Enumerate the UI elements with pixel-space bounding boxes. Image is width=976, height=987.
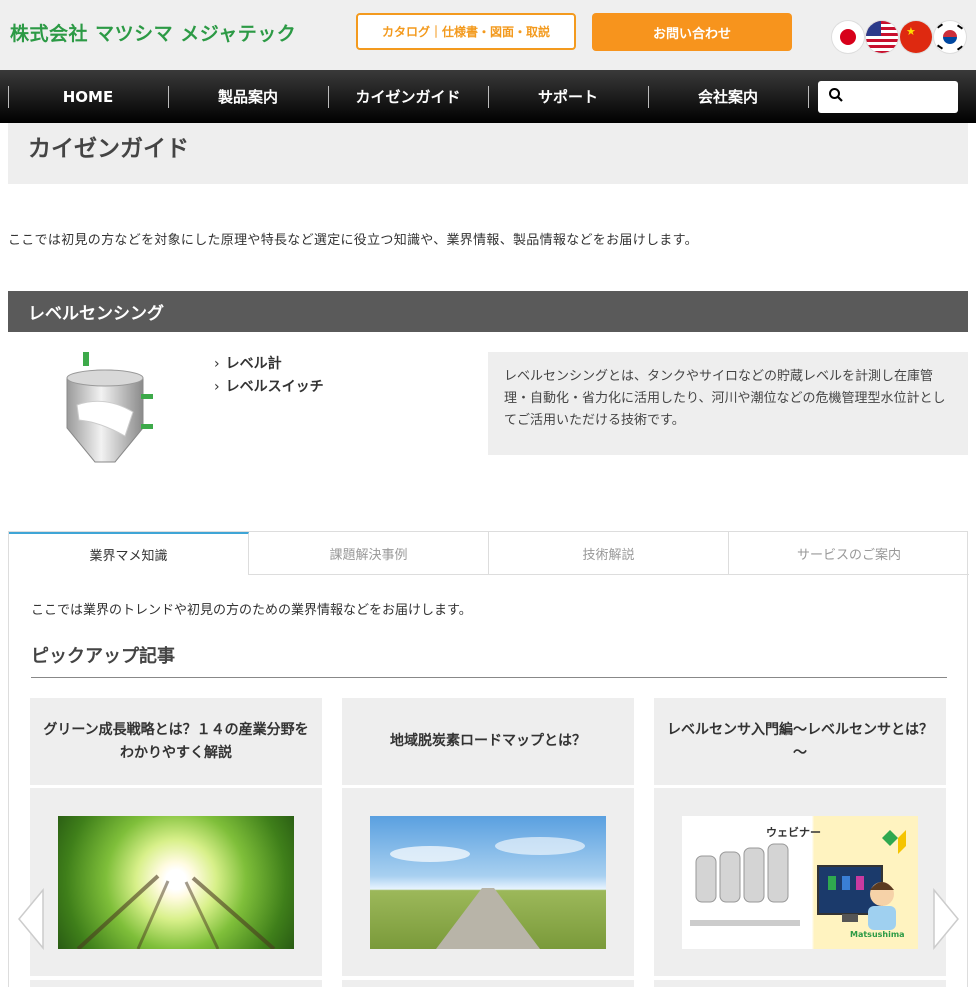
section-header: レベルセンシング [8, 291, 968, 332]
tab-services[interactable]: サービスのご案内 [729, 532, 969, 575]
catalog-button[interactable]: カタログ｜仕様書・図面・取説 [356, 13, 576, 50]
carousel-next-icon[interactable] [932, 888, 960, 950]
section-description: レベルセンシングとは、タンクやサイロなどの貯蔵レベルを計測し在庫管理・自動化・省… [488, 352, 968, 455]
china-flag-icon[interactable]: ★ [900, 21, 932, 53]
tab-intro: ここでは業界のトレンドや初見の方のための業界情報などをお届けします。 [31, 603, 472, 618]
language-switcher: ★ [832, 21, 966, 53]
forest-sunlight-image[interactable] [58, 816, 294, 949]
search-icon [828, 87, 844, 107]
nav-item-company[interactable]: 会社案内 [648, 70, 808, 123]
page-title: カイゼンガイド [28, 136, 189, 162]
webinar-image[interactable]: ウェビナー Matsushima [682, 816, 918, 949]
page-intro: ここでは初見の方などを対象にした原理や特長など選定に役立つ知識や、業界情報、製品… [8, 233, 698, 248]
chevron-right-icon: › [214, 379, 220, 395]
nav-item-support[interactable]: サポート [488, 70, 648, 123]
nav-item-kaizen-guide[interactable]: カイゼンガイド [328, 70, 488, 123]
page-title-bar: カイゼンガイド [8, 123, 968, 184]
road-landscape-image[interactable] [370, 816, 606, 949]
tab-industry-knowledge[interactable]: 業界マメ知識 [9, 532, 249, 575]
site-header: 株式会社 マツシマ メジャテック カタログ｜仕様書・図面・取説 お問い合わせ ★ [0, 0, 976, 70]
article-card[interactable]: グリーン成長戦略とは？１４の産業分野をわかりやすく解説 [30, 698, 322, 987]
link-level-switch[interactable]: › レベルスイッチ [214, 376, 324, 399]
japan-flag-icon[interactable] [832, 21, 864, 53]
divider [31, 677, 947, 678]
article-title[interactable]: レベルセンサ入門編～レベルセンサとは？～ [654, 698, 946, 785]
section-links: › レベル計 › レベルスイッチ [214, 353, 324, 399]
article-card[interactable]: レベルセンサ入門編～レベルセンサとは？～ ウェビナー Matsushima [654, 698, 946, 987]
article-title[interactable]: 地域脱炭素ロードマップとは？ [342, 698, 634, 785]
nav-item-products[interactable]: 製品案内 [168, 70, 328, 123]
search-input[interactable] [818, 81, 958, 113]
usa-flag-icon[interactable] [866, 21, 898, 53]
chevron-right-icon: › [214, 356, 220, 372]
company-logo[interactable]: 株式会社 マツシマ メジャテック [10, 19, 296, 46]
carousel-prev-icon[interactable] [17, 888, 45, 950]
korea-flag-icon[interactable] [934, 21, 966, 53]
tank-illustration [66, 352, 153, 463]
tab-panel: 業界マメ知識 課題解決事例 技術解説 サービスのご案内 ここでは業界のトレンドや… [8, 531, 969, 987]
tab-technical[interactable]: 技術解説 [489, 532, 729, 575]
section-title: レベルセンシング [28, 304, 164, 324]
contact-button[interactable]: お問い合わせ [592, 13, 792, 51]
pickup-heading: ピックアップ記事 [31, 646, 175, 667]
nav-item-home[interactable]: HOME [8, 70, 168, 123]
article-card[interactable]: 地域脱炭素ロードマップとは？ [342, 698, 634, 987]
nav-divider [808, 86, 809, 108]
tab-case-studies[interactable]: 課題解決事例 [249, 532, 489, 575]
link-level-meter[interactable]: › レベル計 [214, 353, 324, 376]
brand-label: Matsushima [850, 930, 905, 939]
article-title[interactable]: グリーン成長戦略とは？１４の産業分野をわかりやすく解説 [30, 698, 322, 785]
